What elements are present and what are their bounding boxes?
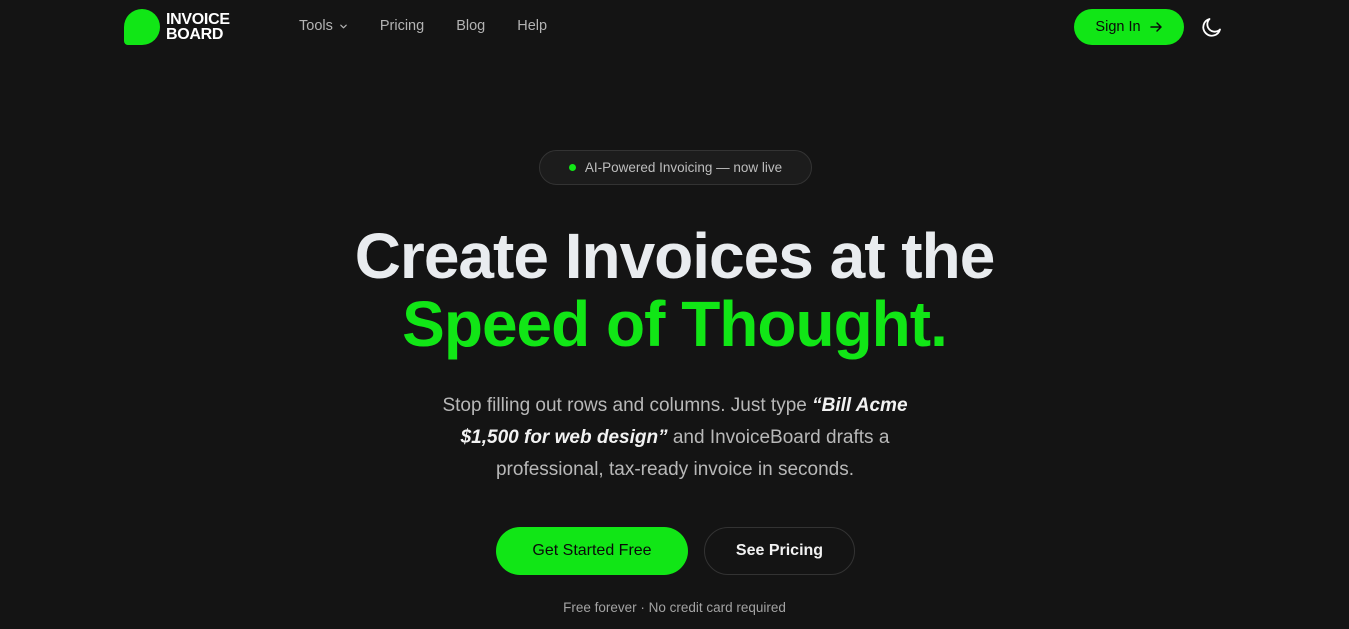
sign-in-label: Sign In — [1095, 19, 1141, 35]
headline-line-2: Speed of Thought. — [402, 288, 948, 360]
nav-item-label: Blog — [456, 18, 486, 34]
moon-icon — [1202, 18, 1221, 37]
see-pricing-button[interactable]: See Pricing — [704, 527, 855, 575]
nav-item-pricing[interactable]: Pricing — [380, 18, 424, 34]
hero-headline: Create Invoices at the Speed of Thought. — [0, 222, 1349, 358]
announcement-badge: AI-Powered Invoicing — now live — [539, 150, 812, 185]
logo-word-2: BOARD — [166, 26, 224, 43]
headline-line-1: Create Invoices at the — [354, 220, 996, 292]
nav-item-label: Pricing — [379, 18, 425, 34]
logo-wordmark: INVOICE BOARD — [166, 11, 230, 43]
sign-in-button[interactable]: Sign In — [1074, 9, 1184, 45]
badge-text: AI-Powered Invoicing — now live — [584, 160, 783, 175]
fineprint-note: Free forever · No credit card required — [563, 600, 786, 615]
top-navigation: INVOICE BOARD Tools Pricing Blog Help Si… — [0, 0, 1349, 54]
logo-mark-icon — [124, 9, 160, 45]
nav-item-label: Tools — [299, 18, 333, 34]
nav-item-blog[interactable]: Blog — [456, 18, 485, 34]
brand-logo[interactable]: INVOICE BOARD — [124, 9, 230, 45]
logo-word-1: INVOICE — [166, 11, 230, 28]
arrow-right-icon — [1149, 22, 1162, 32]
sub-text-before: Stop filling out rows and columns. Just … — [442, 395, 813, 416]
theme-toggle-button[interactable] — [1200, 15, 1224, 39]
nav-item-label: Help — [517, 18, 548, 34]
get-started-button[interactable]: Get Started Free — [496, 527, 688, 575]
hero-subheadline: Stop filling out rows and columns. Just … — [425, 390, 925, 486]
nav-item-help[interactable]: Help — [517, 18, 547, 34]
nav-links: Tools Pricing Blog Help — [299, 18, 579, 34]
nav-item-tools[interactable]: Tools — [299, 18, 348, 34]
live-dot-icon — [568, 164, 576, 171]
chevron-down-icon — [340, 24, 347, 28]
